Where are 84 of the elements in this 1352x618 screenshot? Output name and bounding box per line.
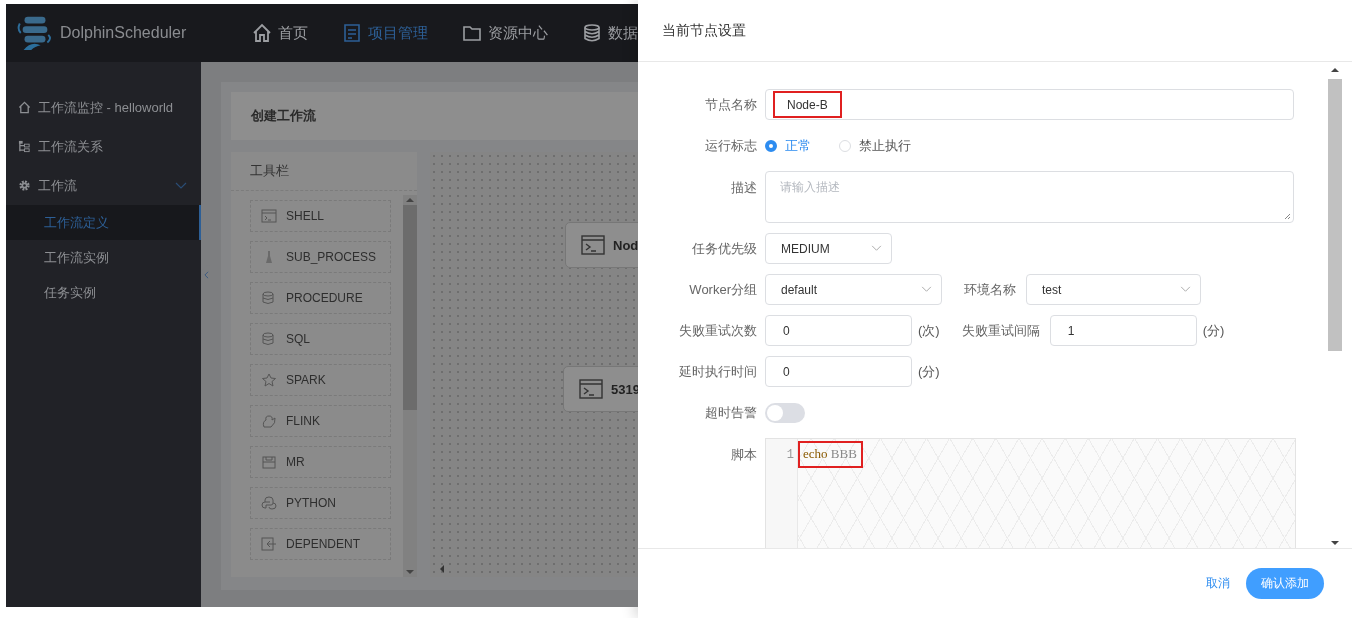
chevron-icon xyxy=(921,286,932,293)
select-field[interactable]: MEDIUM xyxy=(765,233,892,264)
database-icon xyxy=(582,23,602,43)
sidebar-item[interactable]: 工作流监控 - helloworld xyxy=(6,88,201,127)
sidebar-subitem[interactable]: 工作流定义 xyxy=(6,205,201,240)
task-type-item[interactable]: PROCEDURE xyxy=(250,282,391,314)
toolbar-title: 工具栏 xyxy=(231,152,417,191)
app-name: DolphinScheduler xyxy=(60,24,187,42)
field-label: 延时执行时间 xyxy=(678,362,758,381)
line-number: 1 xyxy=(786,448,794,462)
terminal-icon xyxy=(581,235,605,255)
dolphin-logo-icon xyxy=(16,14,54,52)
unit-label: (分) xyxy=(918,362,940,381)
squirrel-icon xyxy=(261,414,277,428)
scroll-left-icon[interactable] xyxy=(440,565,444,573)
text-field[interactable]: Node-B xyxy=(765,89,1294,120)
text-field[interactable]: 0 xyxy=(765,315,912,346)
toggle-switch[interactable] xyxy=(765,402,805,423)
tree-icon xyxy=(18,140,31,153)
nav-tab[interactable]: 项目管理 xyxy=(342,23,428,43)
page-title: 创建工作流 xyxy=(251,107,316,125)
field-label: Worker分组 xyxy=(688,280,758,299)
text-field[interactable]: 0 xyxy=(765,356,912,387)
field-value: Node-B xyxy=(773,91,842,118)
settings-icon xyxy=(18,179,31,192)
field-value: 1 xyxy=(1066,322,1076,340)
drawer-title: 当前节点设置 xyxy=(662,21,746,40)
nav-tab[interactable]: 数据 xyxy=(582,23,638,43)
box-icon xyxy=(261,455,277,469)
confirm-button[interactable]: 确认添加 xyxy=(1246,568,1324,599)
field-label: 运行标志 xyxy=(704,136,758,155)
task-type-item[interactable]: SHELL xyxy=(250,200,391,232)
field-label: 脚本 xyxy=(730,446,758,464)
home-icon xyxy=(18,101,31,114)
radio-label: 正常 xyxy=(785,136,811,155)
terminal-icon xyxy=(261,209,277,223)
field-label: 超时告警 xyxy=(704,403,758,422)
scrollbar[interactable] xyxy=(403,195,417,577)
field-label: 失败重试间隔 xyxy=(961,321,1041,340)
task-node[interactable]: Nod xyxy=(565,222,638,268)
field-label: 任务优先级 xyxy=(691,239,758,258)
radio-option[interactable]: 禁止执行 xyxy=(839,136,911,155)
task-type-item[interactable]: MR xyxy=(250,446,391,478)
nav-tab[interactable]: 首页 xyxy=(252,23,308,43)
sidebar-item[interactable]: 工作流关系 xyxy=(6,127,201,166)
select-field[interactable]: default xyxy=(765,274,942,305)
cancel-link[interactable]: 取消 xyxy=(1206,575,1230,592)
chevron-icon xyxy=(1180,286,1191,293)
chevron-icon xyxy=(871,245,882,252)
task-type-item[interactable]: DEPENDENT xyxy=(250,528,391,560)
field-label: 环境名称 xyxy=(964,280,1017,299)
resize-handle-icon xyxy=(1283,212,1291,220)
radio-option[interactable]: 正常 xyxy=(765,136,811,155)
text-field[interactable]: 1 xyxy=(1049,315,1197,346)
python-icon xyxy=(261,496,277,510)
nav-tab[interactable]: 资源中心 xyxy=(462,23,548,43)
chevron-icon xyxy=(175,181,187,190)
task-type-item[interactable]: FLINK xyxy=(250,405,391,437)
folder-icon xyxy=(462,23,482,43)
code-editor[interactable]: 1 echo BBB xyxy=(765,438,1296,548)
terminal-icon xyxy=(579,379,603,399)
field-label: 节点名称 xyxy=(704,95,758,114)
home-icon xyxy=(252,23,272,43)
database-icon xyxy=(261,291,277,305)
unit-label: (次) xyxy=(918,321,940,340)
database-icon xyxy=(261,332,277,346)
task-type-item[interactable]: SQL xyxy=(250,323,391,355)
task-type-item[interactable]: SPARK xyxy=(250,364,391,396)
document-icon xyxy=(342,23,362,43)
chevron-left-icon xyxy=(203,271,209,279)
field-label: 描述 xyxy=(730,179,758,197)
task-type-item[interactable]: SUB_PROCESS xyxy=(250,241,391,273)
unit-label: (分) xyxy=(1202,321,1225,340)
star-icon xyxy=(261,373,277,387)
radio-label: 禁止执行 xyxy=(859,136,911,155)
field-value: 0 xyxy=(782,363,791,381)
field-label: 失败重试次数 xyxy=(678,321,758,340)
sidebar-item[interactable]: 工作流 xyxy=(6,166,201,205)
dependent-icon xyxy=(261,537,277,551)
field-value: 0 xyxy=(782,322,791,340)
sidebar-subitem[interactable]: 任务实例 xyxy=(6,275,201,310)
sidebar-subitem[interactable]: 工作流实例 xyxy=(6,240,201,275)
task-type-item[interactable]: PYTHON xyxy=(250,487,391,519)
select-field[interactable]: test xyxy=(1026,274,1201,305)
